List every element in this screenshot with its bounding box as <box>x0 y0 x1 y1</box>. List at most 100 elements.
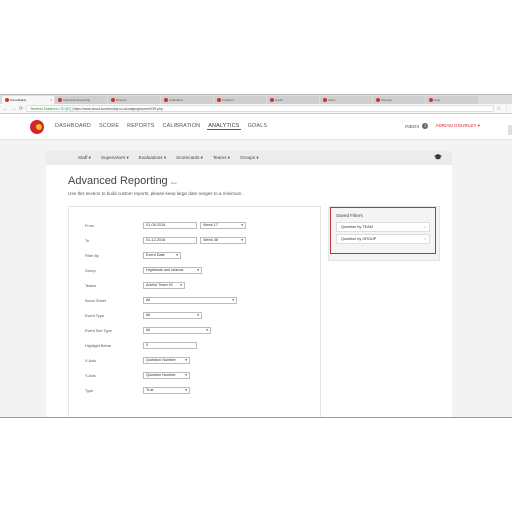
url-text: https://www.cloud.scorebuddy.co.uk/stagi… <box>73 107 163 111</box>
from-date-input[interactable]: 01-05-2016 <box>143 222 197 229</box>
browser-tab[interactable]: Inbox <box>320 96 372 104</box>
teams-select[interactable]: Advice Team HI ▾ <box>143 282 185 289</box>
teams-row: Teams Advice Team HI ▾ <box>85 282 185 289</box>
scorebuddy-logo[interactable] <box>30 119 44 134</box>
favicon-icon <box>429 98 433 102</box>
subnav-staff[interactable]: Staff ▾ <box>78 155 91 161</box>
bookmark-star-icon[interactable]: ☆ <box>497 106 501 112</box>
score-sheet-label: Score Sheet <box>85 298 106 303</box>
chevron-down-icon: ▾ <box>176 253 178 257</box>
sub-nav: Staff ▾ Supervisors ▾ Evaluations ▾ Scor… <box>46 151 452 165</box>
tab-label: ScoreBuddy <box>10 98 27 102</box>
nav-analytics[interactable]: ANALYTICS <box>207 123 241 130</box>
inbox-link[interactable]: INBOX <box>405 124 419 129</box>
tab-label: Goals <box>275 98 283 102</box>
event-type-row: Event Type All ▾ <box>85 312 202 319</box>
x-axis-select[interactable]: Question Number ▾ <box>143 357 190 364</box>
intro-text: Use this section to build custom reports… <box>68 191 243 196</box>
filter-by-select[interactable]: Event Date ▾ <box>143 252 181 259</box>
nav-calibration[interactable]: CALIBRATION <box>162 123 202 130</box>
from-week-select[interactable]: Week 17 ▾ <box>200 222 246 229</box>
y-axis-value: Question Number <box>146 373 176 377</box>
subnav-teams[interactable]: Teams ▾ <box>213 155 230 161</box>
y-axis-select[interactable]: Question Number ▾ <box>143 372 190 379</box>
url-input[interactable]: Sentient Solutions LTD [IE] | https://ww… <box>26 105 494 112</box>
content-card: Staff ▾ Supervisors ▾ Evaluations ▾ Scor… <box>46 151 452 417</box>
to-date-value: 01-12-2016 <box>146 238 166 242</box>
remove-filter-icon[interactable]: × <box>424 223 426 231</box>
favicon-icon <box>58 98 62 102</box>
filter-by-row: Filter By Event Date ▾ <box>85 252 181 259</box>
type-value: True <box>146 388 154 392</box>
type-select[interactable]: True ▾ <box>143 387 190 394</box>
score-sheet-select[interactable]: All ▾ <box>143 297 237 304</box>
teams-label: Teams <box>85 283 97 288</box>
browser-tab[interactable]: Reports <box>108 96 160 104</box>
group-label: Group <box>85 268 96 273</box>
chevron-down-icon: ▾ <box>197 268 199 272</box>
event-type-value: All <box>146 313 151 317</box>
menu-dots-icon[interactable]: ⋮ <box>504 106 509 112</box>
chevron-down-icon: ▾ <box>241 238 243 242</box>
nav-dashboard[interactable]: DASHBOARD <box>54 123 92 130</box>
nav-reports[interactable]: REPORTS <box>126 123 155 130</box>
to-row: To 01-12-2016 Week 48 ▾ <box>85 237 246 244</box>
beta-label: beta <box>170 181 177 185</box>
browser-tab[interactable]: ScoreBuddy × <box>2 96 54 104</box>
group-select[interactable]: Highlands and Islands ▾ <box>143 267 202 274</box>
browser-tab[interactable]: Help <box>426 96 478 104</box>
saved-filter-item[interactable]: Question by GROUP × <box>336 234 430 244</box>
saved-filters-title: Saved Filters <box>336 213 363 218</box>
nav-goals[interactable]: GOALS <box>247 123 269 130</box>
browser-tab[interactable]: Analytics <box>214 96 266 104</box>
filter-by-label: Filter By <box>85 253 99 258</box>
remove-filter-icon[interactable]: × <box>424 235 426 243</box>
tab-label: Advanced Reporting <box>63 98 91 102</box>
score-sheet-row: Score Sheet All ▾ <box>85 297 237 304</box>
x-axis-label: X-Axis <box>85 358 96 363</box>
graduation-cap-icon[interactable] <box>434 154 442 160</box>
browser-tab[interactable]: Settings <box>373 96 425 104</box>
browser-window: ScoreBuddy × Advanced Reporting Reports C… <box>0 94 512 418</box>
chevron-down-icon: ▾ <box>232 298 234 302</box>
user-menu[interactable]: ADRIAN GOURLEY ▾ <box>435 123 480 129</box>
subnav-groups[interactable]: Groups ▾ <box>240 155 259 161</box>
to-date-input[interactable]: 01-12-2016 <box>143 237 197 244</box>
chevron-down-icon: ▾ <box>206 328 208 332</box>
subnav-supervisors[interactable]: Supervisors ▾ <box>101 155 129 161</box>
browser-tab-bar: ScoreBuddy × Advanced Reporting Reports C… <box>0 95 512 104</box>
event-type-select[interactable]: All ▾ <box>143 312 202 319</box>
reload-icon[interactable]: ⟳ <box>19 106 23 112</box>
y-axis-label: Y-Axis <box>85 373 96 378</box>
browser-tab[interactable]: Calibration <box>161 96 213 104</box>
favicon-icon <box>164 98 168 102</box>
favicon-icon <box>5 98 9 102</box>
saved-filter-item[interactable]: Question by TEAM × <box>336 222 430 232</box>
nav-score[interactable]: SCORE <box>98 123 120 130</box>
highlight-below-value: 0 <box>146 343 149 347</box>
highlight-below-row: Highlight Below 0 <box>85 342 197 349</box>
filter-by-value: Event Date <box>146 253 165 257</box>
close-tab-icon[interactable]: × <box>50 96 52 104</box>
forward-arrow-icon[interactable]: → <box>11 106 16 112</box>
to-week-select[interactable]: Week 48 ▾ <box>200 237 246 244</box>
subnav-evaluations[interactable]: Evaluations ▾ <box>139 155 166 161</box>
subnav-scorecards[interactable]: Scorecards ▾ <box>176 155 203 161</box>
type-label: Type <box>85 388 94 393</box>
user-area: INBOX 2 ADRIAN GOURLEY ▾ <box>405 123 480 129</box>
title-row: Advanced Reporting beta <box>68 175 177 187</box>
back-arrow-icon[interactable]: ← <box>3 106 8 112</box>
scrollbar[interactable] <box>508 125 512 135</box>
address-bar: ← → ⟳ Sentient Solutions LTD [IE] | http… <box>0 104 512 114</box>
browser-tab[interactable]: Advanced Reporting <box>55 96 107 104</box>
favicon-icon <box>217 98 221 102</box>
type-row: Type True ▾ <box>85 387 190 394</box>
tab-label: Calibration <box>169 98 184 102</box>
highlight-below-input[interactable]: 0 <box>143 342 197 349</box>
x-axis-value: Question Number <box>146 358 176 362</box>
event-type-label: Event Type <box>85 313 104 318</box>
y-axis-row: Y-Axis Question Number ▾ <box>85 372 190 379</box>
x-axis-row: X-Axis Question Number ▾ <box>85 357 190 364</box>
event-sub-type-select[interactable]: All ▾ <box>143 327 211 334</box>
browser-tab[interactable]: Goals <box>267 96 319 104</box>
